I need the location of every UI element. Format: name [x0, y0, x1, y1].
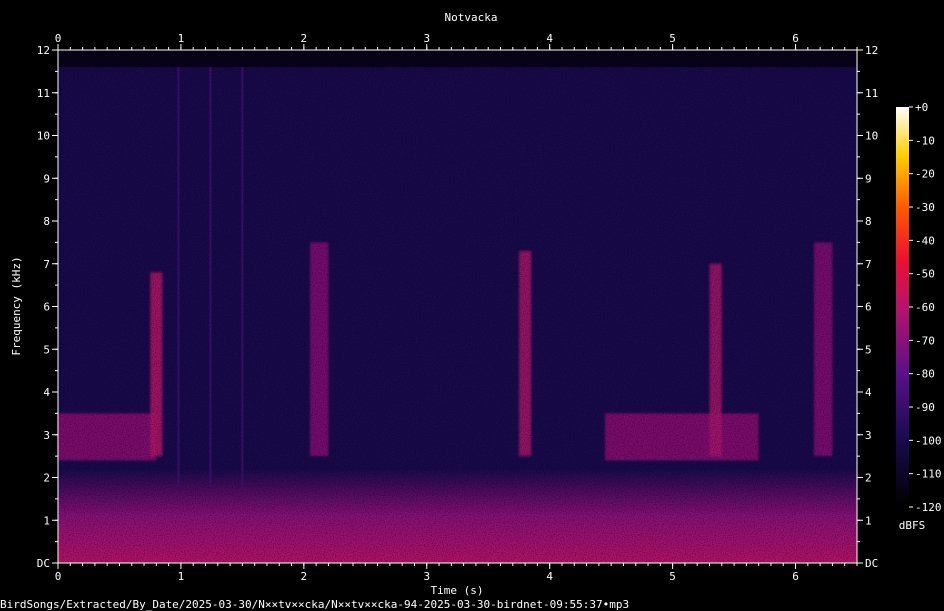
- y-tick-label-right: 4: [865, 386, 872, 399]
- y-tick-label-right: 7: [865, 258, 872, 271]
- y-tick-label-left: 7: [43, 258, 50, 271]
- colorbar-tick-label: -120: [915, 501, 942, 514]
- x-tick-label-bottom: 3: [423, 570, 430, 583]
- y-tick-label-left: 8: [43, 215, 50, 228]
- colorbar-tick-label: -80: [915, 368, 935, 381]
- colorbar-tick-label: -50: [915, 268, 935, 281]
- x-tick-label-top: 4: [546, 32, 553, 45]
- y-tick-label-left: DC: [37, 557, 50, 570]
- colorbar-tick-label: -110: [915, 468, 942, 481]
- y-axis-label: Frequency (kHz): [10, 256, 23, 355]
- colorbar-tick-label: -60: [915, 301, 935, 314]
- colorbar-tick-label: +0: [915, 101, 928, 114]
- colorbar-tick-label: -90: [915, 401, 935, 414]
- colorbar-label: dBFS: [899, 519, 926, 532]
- y-tick-label-left: 5: [43, 343, 50, 356]
- y-tick-label-left: 10: [37, 130, 50, 143]
- x-axis-label: Time (s): [431, 584, 484, 597]
- x-tick-label-top: 3: [423, 32, 430, 45]
- colorbar-tick-label: -40: [915, 234, 935, 247]
- y-tick-label-right: 8: [865, 215, 872, 228]
- x-tick-label-bottom: 0: [55, 570, 62, 583]
- colorbar-ticks: +0 -10 -20 -30 -40 -50 -60 -70 -80 -90 -100 -110 -12…: [909, 101, 942, 514]
- y-tick-label-left: 3: [43, 429, 50, 442]
- x-tick-label-bottom: 1: [178, 570, 185, 583]
- colorbar: [896, 107, 909, 507]
- y-tick-label-left: 4: [43, 386, 50, 399]
- y-tick-label-right: 5: [865, 343, 872, 356]
- plot-area: [58, 50, 857, 563]
- chart-title: Notvacka: [445, 11, 498, 24]
- y-tick-label-left: 12: [37, 44, 50, 57]
- y-tick-label-left: 11: [37, 87, 50, 100]
- file-path: BirdSongs/Extracted/By_Date/2025-03-30/N…: [0, 598, 629, 611]
- spectrogram-chart: Notvacka 00112233445566DC DC1 12 23 34 45 56 67…: [0, 11, 942, 611]
- x-tick-label-top: 0: [55, 32, 62, 45]
- y-tick-label-left: 6: [43, 301, 50, 314]
- colorbar-tick-label: -10: [915, 134, 935, 147]
- y-tick-label-right: 12: [865, 44, 878, 57]
- x-tick-label-top: 5: [669, 32, 676, 45]
- y-tick-label-left: 1: [43, 514, 50, 527]
- x-tick-label-top: 1: [178, 32, 185, 45]
- y-tick-label-right: 2: [865, 472, 872, 485]
- y-tick-label-right: 10: [865, 130, 878, 143]
- colorbar-tick-label: -20: [915, 168, 935, 181]
- x-tick-label-top: 2: [301, 32, 308, 45]
- colorbar-tick-label: -100: [915, 434, 942, 447]
- x-tick-label-bottom: 5: [669, 570, 676, 583]
- x-tick-label-bottom: 2: [301, 570, 308, 583]
- y-tick-label-right: 3: [865, 429, 872, 442]
- colorbar-tick-label: -30: [915, 201, 935, 214]
- y-tick-label-right: 1: [865, 514, 872, 527]
- y-tick-label-right: DC: [865, 557, 878, 570]
- x-tick-label-top: 6: [792, 32, 799, 45]
- x-tick-label-bottom: 6: [792, 570, 799, 583]
- y-tick-label-left: 2: [43, 472, 50, 485]
- x-tick-label-bottom: 4: [546, 570, 553, 583]
- y-tick-label-right: 9: [865, 172, 872, 185]
- noise-texture: [58, 50, 857, 563]
- y-tick-label-right: 6: [865, 301, 872, 314]
- y-tick-label-left: 9: [43, 172, 50, 185]
- colorbar-tick-label: -70: [915, 334, 935, 347]
- y-tick-label-right: 11: [865, 87, 878, 100]
